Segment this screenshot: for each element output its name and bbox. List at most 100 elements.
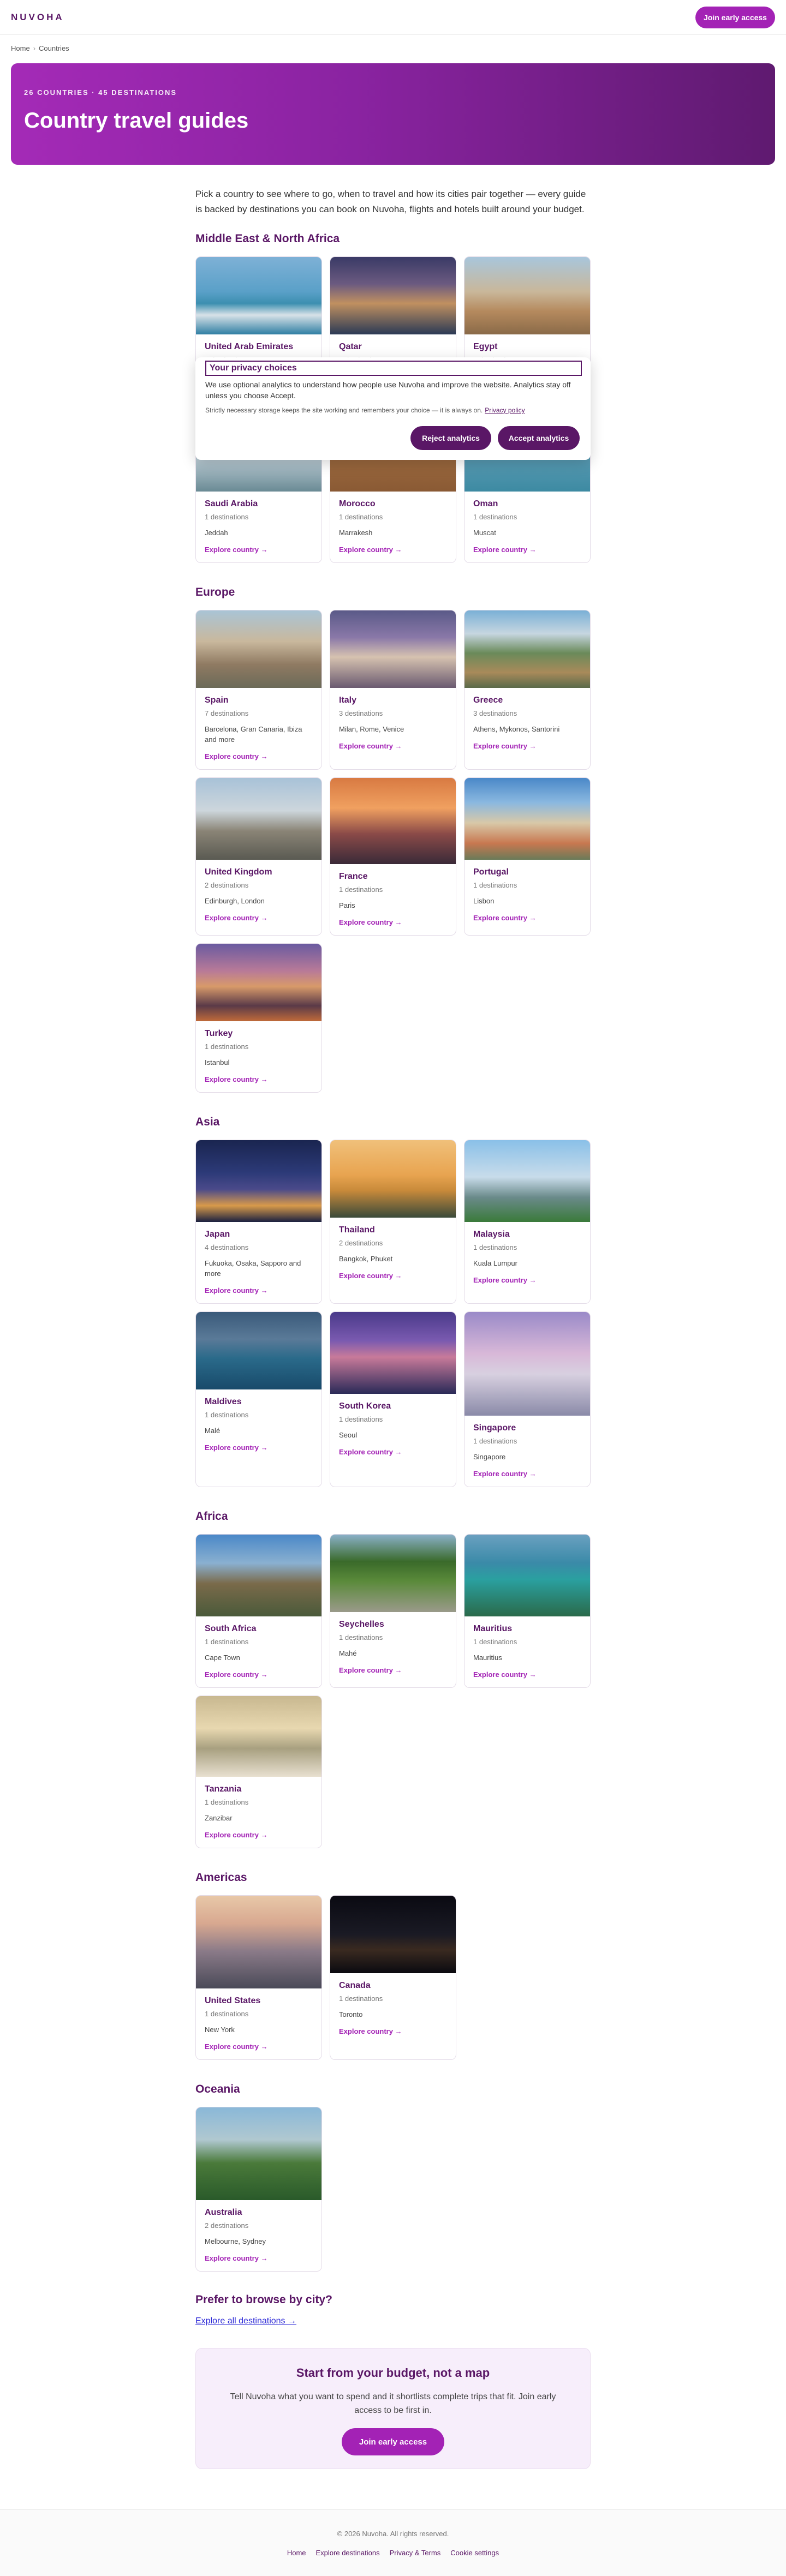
cta-join-button[interactable]: Join early access [342, 2428, 444, 2455]
card-body: South Africa 1 destinations Cape Town Explo… [196, 1616, 321, 1687]
country-name[interactable]: Greece [473, 696, 581, 705]
explore-country-link[interactable]: Explore country → [473, 742, 581, 750]
explore-all-destinations-link[interactable]: Explore all destinations → [195, 2316, 296, 2326]
country-name[interactable]: Singapore [473, 1423, 581, 1433]
explore-country-link[interactable]: Explore country → [473, 1670, 581, 1679]
explore-country-link[interactable]: Explore country → [339, 546, 447, 554]
country-name[interactable]: South Africa [205, 1624, 313, 1634]
card-body: Italy 3 destinations Milan, Rome, Venice Ex… [330, 688, 456, 759]
country-card[interactable]: Singapore 1 destinations Singapore Explore … [464, 1311, 591, 1487]
country-card[interactable]: Maldives 1 destinations Malé Explore countr… [195, 1311, 322, 1487]
country-name[interactable]: Maldives [205, 1397, 313, 1407]
country-name[interactable]: Turkey [205, 1029, 313, 1039]
explore-country-link[interactable]: Explore country → [205, 1443, 313, 1452]
country-name[interactable]: South Korea [339, 1401, 447, 1411]
country-card[interactable]: Japan 4 destinations Fukuoka, Osaka, Sappo… [195, 1140, 322, 1304]
country-card[interactable]: Seychelles 1 destinations Mahé Explore coun… [330, 1534, 456, 1688]
card-body: Australia 2 destinations Melbourne, Sydney… [196, 2200, 321, 2271]
country-card[interactable]: Mauritius 1 destinations Mauritius Explore … [464, 1534, 591, 1688]
country-card[interactable]: South Africa 1 destinations Cape Town Explo… [195, 1534, 322, 1688]
explore-country-link[interactable]: Explore country → [339, 1666, 447, 1674]
country-name[interactable]: France [339, 872, 447, 882]
explore-country-link[interactable]: Explore country → [339, 2027, 447, 2035]
accept-analytics-button[interactable]: Accept analytics [498, 426, 580, 450]
explore-country-link[interactable]: Explore country → [205, 1075, 313, 1083]
country-name[interactable]: Mauritius [473, 1624, 581, 1634]
explore-country-link[interactable]: Explore country → [205, 1670, 313, 1679]
country-card[interactable]: United States 1 destinations New York Explo… [195, 1895, 322, 2060]
explore-country-link[interactable]: Explore country → [339, 1272, 447, 1280]
explore-country-link[interactable]: Explore country → [473, 546, 581, 554]
explore-country-link[interactable]: Explore country → [205, 2254, 313, 2262]
explore-country-link[interactable]: Explore country → [205, 752, 313, 760]
footer-link-cookie-settings[interactable]: Cookie settings [450, 2549, 499, 2557]
country-name[interactable]: Tanzania [205, 1784, 313, 1794]
explore-country-link[interactable]: Explore country → [473, 1276, 581, 1284]
destination-count: 1 destinations [205, 513, 249, 521]
country-name[interactable]: Seychelles [339, 1620, 447, 1630]
country-name[interactable]: United Arab Emirates [205, 342, 313, 352]
country-card[interactable]: France 1 destinations Paris Explore country… [330, 777, 456, 936]
explore-country-link[interactable]: Explore country → [339, 918, 447, 926]
country-image [196, 944, 321, 1021]
country-cities: Mauritius [473, 1654, 502, 1662]
country-card[interactable]: Turkey 1 destinations Istanbul Explore coun… [195, 943, 322, 1093]
country-name[interactable]: Canada [339, 1981, 447, 1991]
explore-country-link[interactable]: Explore country → [205, 2042, 313, 2051]
country-name[interactable]: Oman [473, 499, 581, 509]
country-name[interactable]: Australia [205, 2208, 313, 2218]
logo[interactable]: NUVOHA [11, 12, 64, 23]
explore-country-link[interactable]: Explore country → [205, 1831, 313, 1839]
explore-country-link[interactable]: Explore country → [339, 742, 447, 750]
explore-country-link[interactable]: Explore country → [205, 914, 313, 922]
explore-country-link[interactable]: Explore country → [205, 546, 313, 554]
privacy-policy-link[interactable]: Privacy policy [485, 406, 525, 414]
footer-link-privacy[interactable]: Privacy & Terms [390, 2549, 441, 2557]
country-card[interactable]: Tanzania 1 destinations Zanzibar Explore co… [195, 1696, 322, 1848]
country-card[interactable]: Malaysia 1 destinations Kuala Lumpur Explor… [464, 1140, 591, 1304]
destination-count: 2 destinations [205, 2221, 249, 2230]
join-early-access-button[interactable]: Join early access [695, 6, 775, 28]
footer-link-destinations[interactable]: Explore destinations [316, 2549, 380, 2557]
privacy-text: We use optional analytics to understand … [205, 380, 571, 400]
country-name[interactable]: Italy [339, 696, 447, 705]
country-name[interactable]: Thailand [339, 1225, 447, 1235]
breadcrumb-home[interactable]: Home [11, 44, 30, 52]
country-card[interactable]: Thailand 2 destinations Bangkok, Phuket Exp… [330, 1140, 456, 1304]
region-heading: Africa [195, 1510, 228, 1523]
reject-analytics-button[interactable]: Reject analytics [410, 426, 491, 450]
explore-country-link[interactable]: Explore country → [473, 914, 581, 922]
country-image [465, 1535, 590, 1616]
card-body: Oman 1 destinations Muscat Explore country … [465, 492, 590, 562]
country-image [465, 610, 590, 688]
privacy-title: Your privacy choices [205, 361, 582, 376]
country-name[interactable]: Saudi Arabia [205, 499, 313, 509]
country-card[interactable]: Portugal 1 destinations Lisbon Explore coun… [464, 777, 591, 936]
country-name[interactable]: United Kingdom [205, 867, 313, 877]
country-name[interactable]: Egypt [473, 342, 581, 352]
country-name[interactable]: Morocco [339, 499, 447, 509]
country-cities: Athens, Mykonos, Santorini [473, 725, 560, 733]
explore-country-link[interactable]: Explore country → [473, 1470, 581, 1478]
country-card[interactable]: Italy 3 destinations Milan, Rome, Venice Ex… [330, 610, 456, 770]
card-body: Singapore 1 destinations Singapore Explore … [465, 1416, 590, 1487]
country-card[interactable]: Canada 1 destinations Toronto Explore count… [330, 1895, 456, 2060]
country-card[interactable]: United Kingdom 2 destinations Edinburgh, L… [195, 777, 322, 936]
country-card[interactable]: Spain 7 destinations Barcelona, Gran Canar… [195, 610, 322, 770]
budget-cta: Start from your budget, not a map Tell N… [195, 2348, 591, 2469]
country-card[interactable]: South Korea 1 destinations Seoul Explore co… [330, 1311, 456, 1487]
country-card[interactable]: Australia 2 destinations Melbourne, Sydney… [195, 2107, 322, 2272]
explore-country-link[interactable]: Explore country → [339, 1448, 447, 1456]
country-name[interactable]: Japan [205, 1230, 313, 1239]
country-name[interactable]: Portugal [473, 867, 581, 877]
country-name[interactable]: Spain [205, 696, 313, 705]
cta-title: Start from your budget, not a map [296, 2366, 490, 2380]
destination-count: 3 destinations [473, 709, 517, 717]
country-name[interactable]: Malaysia [473, 1230, 581, 1239]
country-card[interactable]: Greece 3 destinations Athens, Mykonos, San… [464, 610, 591, 770]
intro-text: Pick a country to see where to go, when … [195, 189, 586, 214]
country-name[interactable]: United States [205, 1996, 313, 2006]
country-name[interactable]: Qatar [339, 342, 447, 352]
footer-link-home[interactable]: Home [287, 2549, 306, 2557]
explore-country-link[interactable]: Explore country → [205, 1286, 313, 1295]
